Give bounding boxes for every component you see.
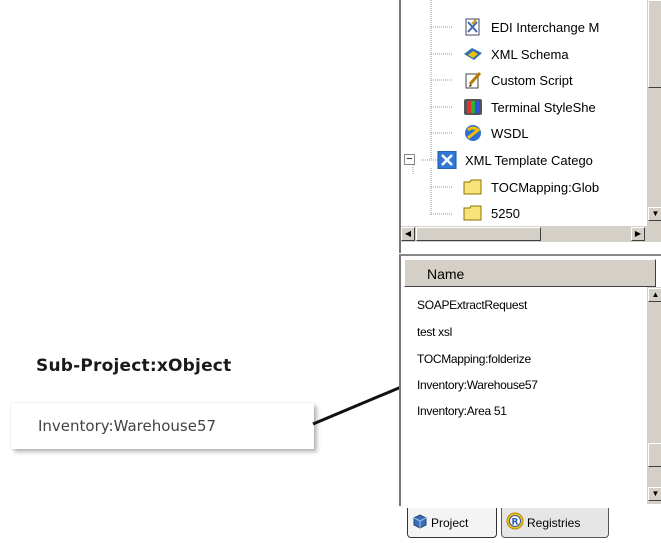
tree-item-category[interactable]: XML Template Catego <box>437 147 593 173</box>
scroll-left-arrow-icon[interactable]: ◀ <box>401 227 415 241</box>
tab-project[interactable]: Project <box>407 508 497 538</box>
column-header-name[interactable]: Name <box>404 259 656 287</box>
tree-item-label: XML Template Catego <box>465 152 593 168</box>
xml-template-category-icon <box>437 150 457 170</box>
tree-item-label: Terminal StyleShe <box>491 99 596 115</box>
edi-interchange-icon <box>463 18 483 36</box>
list-vertical-scrollbar[interactable]: ▲ ▼ <box>646 287 661 504</box>
tree-hscroll-thumb[interactable] <box>416 227 541 241</box>
folder-icon <box>463 178 483 196</box>
scrollbar-corner <box>646 226 661 242</box>
list-scroll-thumb[interactable] <box>648 443 661 467</box>
scroll-up-arrow-icon[interactable]: ▲ <box>648 288 661 302</box>
list-item[interactable]: Inventory:Warehouse57 <box>417 378 538 392</box>
callout-label: Inventory:Warehouse57 <box>38 417 217 435</box>
column-header-label: Name <box>427 266 465 282</box>
project-icon <box>412 513 428 532</box>
terminal-stylesheet-icon <box>463 98 483 116</box>
tree-item-label: Custom Script <box>491 72 573 88</box>
tree-horizontal-scrollbar[interactable]: ◀ ▶ <box>401 226 646 242</box>
tree-item[interactable]: 5250 <box>463 200 520 226</box>
project-tree[interactable]: EDI Interchange M XML Schema Custom Scri… <box>399 0 661 253</box>
tab-label: Project <box>431 515 469 530</box>
tree-item[interactable]: WSDL <box>463 120 529 146</box>
panel-tabs: Project R Registries <box>399 506 661 543</box>
scroll-right-arrow-icon[interactable]: ▶ <box>631 227 645 241</box>
tree-item-label: EDI Interchange M <box>491 19 600 35</box>
callout-box: Inventory:Warehouse57 <box>11 403 314 449</box>
wsdl-icon <box>463 124 483 142</box>
list-item[interactable]: Inventory:Area 51 <box>417 404 507 418</box>
tree-item-label: WSDL <box>491 125 529 141</box>
tree-item[interactable]: EDI Interchange M <box>463 14 599 40</box>
tab-label: Registries <box>527 515 581 530</box>
xml-schema-icon <box>463 45 483 63</box>
tree-scroll-thumb[interactable] <box>648 0 661 88</box>
tree-item-label: 5250 <box>491 205 520 221</box>
tab-registries[interactable]: R Registries <box>501 508 609 538</box>
tree-item-label: TOCMapping:Glob <box>491 179 600 195</box>
tree-item[interactable]: Terminal StyleShe <box>463 94 596 120</box>
object-list[interactable]: Name SOAPExtractRequest test xsl TOCMapp… <box>399 254 661 506</box>
scroll-down-arrow-icon[interactable]: ▼ <box>648 207 661 221</box>
list-item[interactable]: SOAPExtractRequest <box>417 298 527 312</box>
folder-icon <box>463 204 483 222</box>
tree-item[interactable]: Custom Script <box>463 67 573 93</box>
tree-item-label: XML Schema <box>491 46 569 62</box>
custom-script-icon <box>463 71 483 89</box>
svg-text:R: R <box>512 518 519 528</box>
tree-vertical-scrollbar[interactable]: ▼ <box>646 0 661 228</box>
registries-icon: R <box>506 512 524 533</box>
collapse-toggle[interactable]: − <box>404 154 415 165</box>
scroll-down-arrow-icon[interactable]: ▼ <box>648 487 661 501</box>
list-item[interactable]: TOCMapping:folderize <box>417 352 531 366</box>
annotation-title: Sub-Project:xObject <box>36 356 232 376</box>
tree-item[interactable]: TOCMapping:Glob <box>463 174 599 200</box>
list-item[interactable]: test xsl <box>417 325 452 339</box>
tree-item[interactable]: XML Schema <box>463 41 569 67</box>
